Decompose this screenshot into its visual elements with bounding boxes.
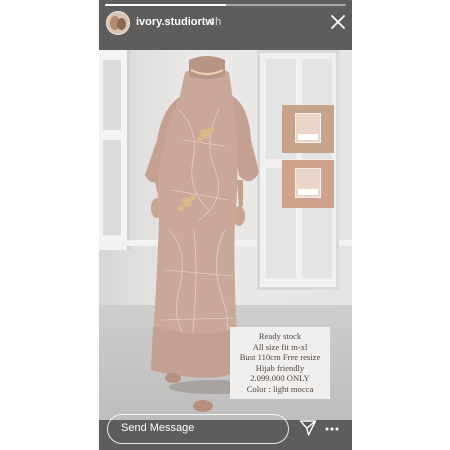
color-swatch-1 — [282, 105, 334, 153]
avatar[interactable] — [106, 11, 130, 35]
username[interactable]: ivory.studiortw — [136, 16, 214, 28]
story-header: ivory.studiortw 4h — [99, 8, 352, 38]
post-time: 4h — [209, 16, 222, 28]
close-icon[interactable] — [330, 14, 346, 30]
caption-line: Hijab friendly — [255, 362, 305, 373]
more-dots-icon[interactable] — [325, 427, 339, 431]
caption-line: Bust 110cm Free resize — [239, 352, 321, 363]
story-viewer: Ready stock All size fit m-xl Bust 110cm… — [99, 0, 352, 450]
color-swatch-2 — [282, 160, 334, 208]
caption-line: All size fit m-xl — [252, 341, 308, 352]
story-progress-bar — [105, 4, 346, 6]
paper-plane-icon[interactable] — [299, 419, 317, 437]
caption-line: Color : light mocca — [246, 383, 314, 394]
caption-line: 2.099.000 ONLY — [250, 373, 310, 384]
product-caption: Ready stock All size fit m-xl Bust 110cm… — [230, 327, 330, 399]
caption-line: Ready stock — [258, 331, 302, 341]
send-message-placeholder: Send Message — [121, 422, 195, 434]
